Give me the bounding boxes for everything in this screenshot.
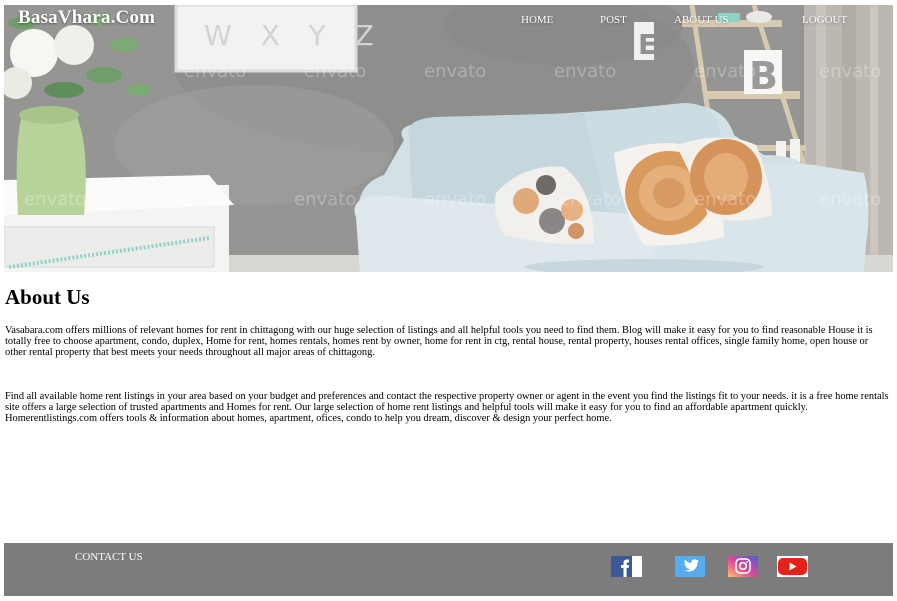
svg-text:envato: envato bbox=[164, 189, 226, 210]
nav-home[interactable]: HOME bbox=[521, 14, 553, 26]
svg-text:envato: envato bbox=[559, 189, 621, 210]
facebook-icon[interactable] bbox=[611, 556, 642, 577]
nav-about-us[interactable]: ABOUT US bbox=[674, 14, 729, 26]
footer: CONTACT US bbox=[4, 543, 893, 596]
svg-text:envato: envato bbox=[424, 61, 486, 82]
youtube-icon[interactable] bbox=[777, 556, 808, 577]
watermark-text: envato bbox=[24, 189, 86, 210]
about-paragraph-1: Vasabara.com offers millions of relevant… bbox=[5, 325, 873, 359]
svg-text:envato: envato bbox=[304, 61, 366, 82]
svg-text:envato: envato bbox=[184, 61, 246, 82]
main-nav: HOME POST ABOUT US LOGOUT bbox=[4, 14, 893, 34]
living-room-photo: W X Y Z E B envato envato envato envato … bbox=[4, 5, 893, 272]
contact-us-link[interactable]: CONTACT US bbox=[75, 551, 143, 563]
nav-logout[interactable]: LOGOUT bbox=[802, 14, 847, 26]
hero-banner: W X Y Z E B envato envato envato envato … bbox=[4, 5, 893, 272]
twitter-icon[interactable] bbox=[675, 556, 705, 577]
svg-text:envato: envato bbox=[424, 189, 486, 210]
svg-text:envato: envato bbox=[554, 61, 616, 82]
svg-text:envato: envato bbox=[819, 61, 881, 82]
svg-text:envato: envato bbox=[694, 189, 756, 210]
svg-text:envato: envato bbox=[294, 189, 356, 210]
instagram-icon[interactable] bbox=[728, 556, 758, 577]
page-title: About Us bbox=[5, 285, 90, 309]
about-paragraph-2: Find all available home rent listings in… bbox=[5, 391, 889, 425]
svg-text:envato: envato bbox=[819, 189, 881, 210]
svg-text:envato: envato bbox=[694, 61, 756, 82]
nav-post[interactable]: POST bbox=[600, 14, 627, 26]
